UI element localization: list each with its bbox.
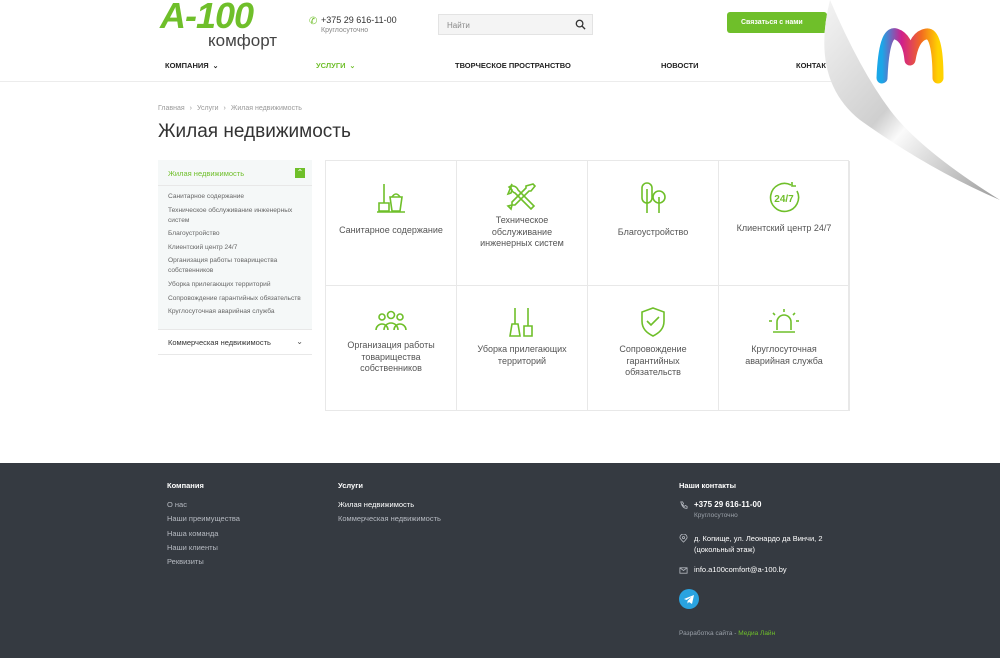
breadcrumb-separator: › [189,105,192,112]
footer-link[interactable]: Наши преимущества [167,514,240,523]
footer-link[interactable]: Реквизиты [167,557,204,566]
sidebar-section-label: Коммерческая недвижимость [168,337,271,347]
service-tile[interactable]: Сопровождение гарантийных обязательств [588,286,719,411]
footer-link[interactable]: О нас [167,500,187,509]
service-label: Уборка прилегающих территорий [477,344,567,366]
sidebar-item[interactable]: Уборка прилегающих территорий [168,280,302,290]
logo-main: A-100 [160,0,254,36]
mail-icon [679,567,688,574]
telegram-icon [684,595,694,604]
service-label: Благоустройство [617,227,689,237]
wrench-screwdriver-icon [506,183,537,211]
nav-label: Новости [661,61,699,70]
trees-icon [641,182,666,213]
service-tile[interactable]: Благоустройство [588,161,719,286]
sidebar-item[interactable]: Организация работы товарищества собствен… [168,256,302,276]
page-curl-decoration [824,0,1000,200]
footer-link[interactable]: Наши клиенты [167,543,218,552]
search-box [438,14,593,35]
breadcrumb-current: Жилая недвижимость [230,105,302,112]
service-tile[interactable]: Санитарное содержание [326,161,457,286]
chevron-down-icon: ⌄ [349,63,356,70]
header-hours: Круглосуточно [321,27,369,34]
broom-icon [509,308,533,337]
footer-phone[interactable]: +375 29 616-11-00 [694,500,761,509]
chevron-down-icon: ⌄ [296,336,303,346]
service-tile[interactable]: Круглосуточная аварийная служба [719,286,850,411]
collapse-icon[interactable]: ⌃ [295,168,305,178]
footer: Компания О нас Наши преимущества Наша ко… [0,463,1000,658]
developer-credit: Разработка сайта - Медиа Лайн [679,630,775,637]
phone-icon: ✆ [309,16,318,27]
sidebar-item[interactable]: Клиентский центр 24/7 [168,243,302,253]
developer-prefix: Разработка сайта - [679,630,737,637]
search-input[interactable] [439,16,569,35]
service-tile[interactable]: Уборка прилегающих территорий [457,286,588,411]
footer-link[interactable]: Наша команда [167,529,218,538]
footer-services-title: Услуги [338,481,363,490]
service-label: Круглосуточная аварийная служба [745,344,823,366]
sidebar-section-label: Жилая недвижимость [168,169,245,178]
sidebar-item[interactable]: Санитарное содержание [168,192,302,202]
shield-check-icon [641,307,665,337]
sidebar-section-commercial[interactable]: Коммерческая недвижимость ⌄ [158,330,312,355]
breadcrumb: Главная › Услуги › Жилая недвижимость [158,105,302,112]
sidebar-item[interactable]: Круглосуточная аварийная служба [168,307,302,317]
header-phone[interactable]: +375 29 616-11-00 [321,15,397,25]
sidebar: Жилая недвижимость ⌃ Санитарное содержан… [158,160,312,355]
breadcrumb-separator: › [223,105,226,112]
footer-contacts-title: Наши контакты [679,481,736,490]
sidebar-section-residential[interactable]: Жилая недвижимость ⌃ [158,160,312,186]
service-label: Организация работы товарищества собствен… [347,340,435,373]
clock-24-7-icon: 24/7 [769,182,800,213]
breadcrumb-home[interactable]: Главная [158,105,185,112]
nav-label: Творческое пространство [455,61,571,70]
telegram-button[interactable] [679,589,699,609]
nav-item-news[interactable]: Новости [661,61,699,70]
page-title: Жилая недвижимость [158,121,351,142]
nav-label: Компания [165,61,209,70]
logo[interactable]: A-100 комфорт [160,0,282,50]
location-pin-icon [679,534,688,543]
service-tile[interactable]: Техническое обслуживание инженерных сист… [457,161,588,286]
nav-label: Услуги [316,61,346,70]
footer-link[interactable]: Жилая недвижимость [338,500,414,509]
service-label: Санитарное содержание [339,225,443,235]
sidebar-item[interactable]: Благоустройство [168,229,302,239]
footer-link[interactable]: Коммерческая недвижимость [338,514,441,523]
phone-icon [680,501,688,509]
footer-hours: Круглосуточно [694,512,738,519]
nav-item-company[interactable]: Компания ⌄ [165,61,219,70]
alarm-beacon-icon [769,309,799,333]
nav-item-services[interactable]: Услуги ⌄ [316,61,355,70]
chevron-down-icon: ⌄ [212,63,219,70]
footer-address: д. Копище, ул. Леонардо да Винчи, 2 (цок… [694,534,823,554]
service-tile[interactable]: Организация работы товарищества собствен… [326,286,457,411]
services-grid: Санитарное содержание Техническое обслуж… [325,160,850,411]
svg-text:24/7: 24/7 [774,194,794,205]
service-label: Клиентский центр 24/7 [736,223,832,233]
people-group-icon [375,310,407,331]
service-label: Техническое обслуживание инженерных сист… [480,215,564,248]
footer-email[interactable]: info.a100comfort@a-100.by [694,565,787,574]
sidebar-list: Санитарное содержание Техническое обслуж… [158,186,312,330]
breadcrumb-services[interactable]: Услуги [197,105,219,112]
logo-sub: комфорт [208,31,278,50]
developer-link[interactable]: Медиа Лайн [738,630,775,637]
page: A-100 комфорт ✆ +375 29 616-11-00 Кругло… [0,0,1000,658]
service-label: Сопровождение гарантийных обязательств [619,344,687,377]
search-icon[interactable] [575,19,586,30]
sidebar-item[interactable]: Сопровождение гарантийных обязательств [168,294,302,304]
mop-bucket-icon [377,184,405,213]
nav-item-creative-space[interactable]: Творческое пространство [455,61,571,70]
footer-company-title: Компания [167,481,204,490]
sidebar-item[interactable]: Техническое обслуживание инженерных сист… [168,206,302,226]
